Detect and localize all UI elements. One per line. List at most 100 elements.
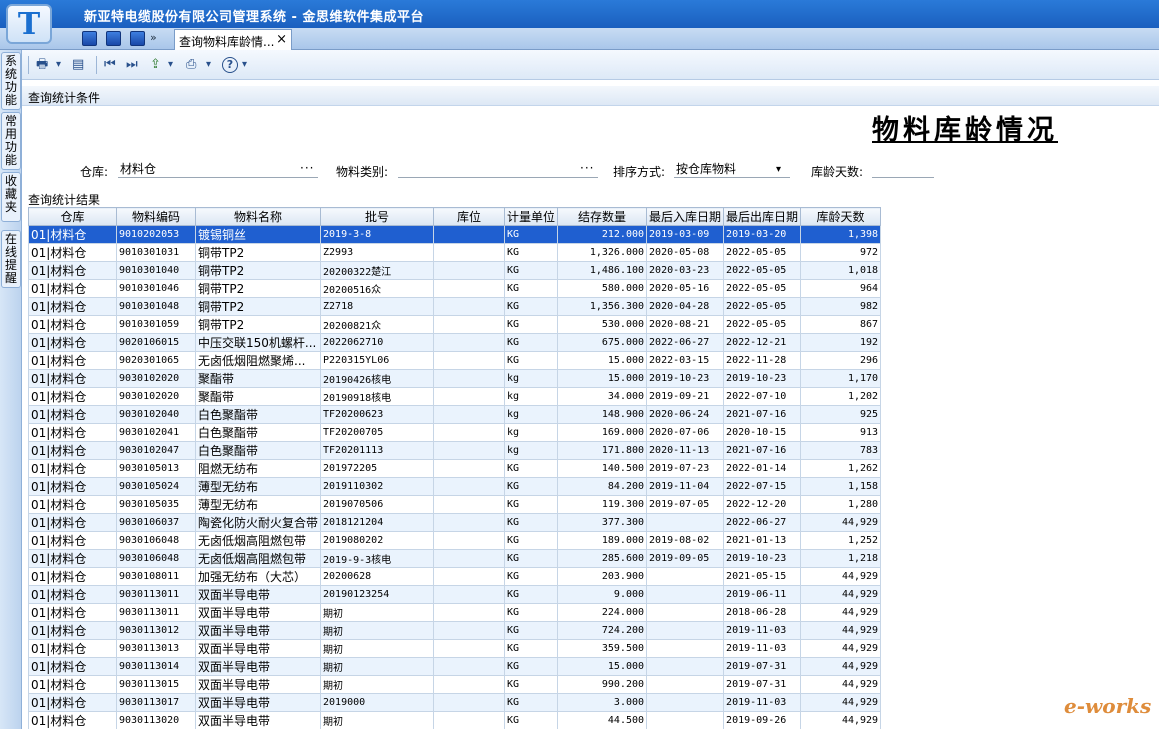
column-header[interactable]: 仓库 bbox=[28, 207, 117, 226]
table-row[interactable]: 01|材料仓 9030102020 聚酯带 20190426核电 kg 15.000 201… bbox=[28, 369, 882, 388]
table-row[interactable]: 01|材料仓 9010301059 铜带TP2 20200821众 KG 530.000 2… bbox=[28, 315, 882, 334]
table-row[interactable]: 01|材料仓 9030102047 白色聚酯带 TF20201113 kg 171.800… bbox=[28, 441, 882, 460]
table-row[interactable]: 01|材料仓 9030113013 双面半导电带 期初 KG 359.500 2019-11… bbox=[28, 639, 882, 658]
table-row[interactable]: 01|材料仓 9010301040 铜带TP2 20200322楚江 KG 1,486.1… bbox=[28, 261, 882, 280]
table-cell: 2020-03-23 bbox=[646, 261, 725, 280]
help-icon[interactable]: ? bbox=[222, 57, 238, 73]
table-row[interactable]: 01|材料仓 9020301065 无卤低烟阻燃聚烯... P220315YL06 KG… bbox=[28, 351, 882, 370]
app-logo[interactable]: T bbox=[6, 4, 52, 44]
table-row[interactable]: 01|材料仓 9010301048 铜带TP2 Z2718 KG 1,356.300 202… bbox=[28, 297, 882, 316]
category-picker-icon[interactable]: ··· bbox=[580, 161, 594, 175]
column-header[interactable]: 库位 bbox=[433, 207, 506, 226]
table-cell: 01|材料仓 bbox=[28, 333, 117, 352]
column-header[interactable]: 物料编码 bbox=[116, 207, 196, 226]
column-header[interactable]: 计量单位 bbox=[504, 207, 559, 226]
column-header[interactable]: 最后入库日期 bbox=[646, 207, 725, 226]
column-header[interactable]: 最后出库日期 bbox=[723, 207, 802, 226]
table-row[interactable]: 01|材料仓 9030113014 双面半导电带 期初 KG 15.000 2019-07-… bbox=[28, 657, 882, 676]
table-cell: 2021-01-13 bbox=[723, 531, 802, 550]
table-row[interactable]: 01|材料仓 9030113020 双面半导电带 期初 KG 44.500 2019-09-… bbox=[28, 711, 882, 729]
sort-select[interactable]: 按仓库物料 bbox=[674, 160, 790, 178]
category-field[interactable] bbox=[398, 160, 598, 178]
warehouse-picker-icon[interactable]: ··· bbox=[300, 161, 314, 175]
table-row[interactable]: 01|材料仓 9030106048 无卤低烟高阻燃包带 2019-9-3核电 KG 285… bbox=[28, 549, 882, 568]
table-cell bbox=[433, 333, 506, 352]
chevron-down-icon[interactable]: ▾ bbox=[776, 164, 781, 175]
table-cell: TF20200705 bbox=[320, 423, 435, 442]
first-record-icon[interactable]: ⏮ bbox=[104, 56, 116, 74]
table-row[interactable]: 01|材料仓 9030105024 薄型无纺布 2019110302 KG 84.200 2… bbox=[28, 477, 882, 496]
design-icon[interactable]: ▤ bbox=[72, 56, 84, 74]
printer-icon[interactable]: ⎙ bbox=[186, 56, 196, 74]
close-icon[interactable]: × bbox=[276, 32, 287, 47]
help-dropdown-icon[interactable]: ▾ bbox=[242, 56, 247, 74]
table-row[interactable]: 01|材料仓 9030113011 双面半导电带 期初 KG 224.000 2018-06… bbox=[28, 603, 882, 622]
table-cell: 2022-05-05 bbox=[723, 243, 802, 262]
quick-window-icon-3[interactable] bbox=[130, 31, 145, 46]
table-row[interactable]: 01|材料仓 9030113017 双面半导电带 2019000 KG 3.000 2019… bbox=[28, 693, 882, 712]
table-cell: KG bbox=[504, 693, 559, 712]
vtab-favorites[interactable]: 收藏夹 bbox=[1, 172, 21, 222]
vtab-system-functions[interactable]: 系统功能 bbox=[1, 52, 21, 110]
table-row[interactable]: 01|材料仓 9030113012 双面半导电带 期初 KG 724.200 2019-11… bbox=[28, 621, 882, 640]
table-row[interactable]: 01|材料仓 9010301046 铜带TP2 20200516众 KG 580.000 2… bbox=[28, 279, 882, 298]
vtab-online-reminders[interactable]: 在线提醒 bbox=[1, 230, 21, 288]
quick-window-icon-1[interactable] bbox=[82, 31, 97, 46]
table-row[interactable]: 01|材料仓 9010202053 镀锡铜丝 2019-3-8 KG 212.000 201… bbox=[28, 225, 882, 244]
table-cell: 9030113011 bbox=[116, 585, 196, 604]
table-row[interactable]: 01|材料仓 9030106037 陶瓷化防火耐火复合带 2018121204 KG 37… bbox=[28, 513, 882, 532]
table-cell bbox=[433, 675, 506, 694]
quick-more-icon[interactable]: » bbox=[150, 31, 157, 44]
table-cell: 1,170 bbox=[800, 369, 882, 388]
last-record-icon[interactable]: ⏭ bbox=[126, 56, 138, 74]
print-dropdown-icon[interactable]: ▾ bbox=[56, 56, 61, 74]
column-header[interactable]: 结存数量 bbox=[557, 207, 648, 226]
export-dropdown-icon[interactable]: ▾ bbox=[168, 56, 173, 74]
table-cell: 2020-07-06 bbox=[646, 423, 725, 442]
print-icon[interactable]: 🖶 bbox=[36, 56, 48, 74]
table-row[interactable]: 01|材料仓 9030105035 薄型无纺布 2019070506 KG 119.300… bbox=[28, 495, 882, 514]
table-row[interactable]: 01|材料仓 9030102040 白色聚酯带 TF20200623 kg 148.900… bbox=[28, 405, 882, 424]
table-cell: 2019-03-20 bbox=[723, 225, 802, 244]
table-row[interactable]: 01|材料仓 9030108011 加强无纺布（大芯） 20200628 KG 203.9… bbox=[28, 567, 882, 586]
table-cell: 01|材料仓 bbox=[28, 513, 117, 532]
table-cell: 9030106037 bbox=[116, 513, 196, 532]
table-cell: 01|材料仓 bbox=[28, 297, 117, 316]
table-cell: 双面半导电带 bbox=[194, 711, 322, 729]
table-row[interactable]: 01|材料仓 9030106048 无卤低烟高阻燃包带 2019080202 KG 189… bbox=[28, 531, 882, 550]
table-row[interactable]: 01|材料仓 9030113015 双面半导电带 期初 KG 990.200 2019-07… bbox=[28, 675, 882, 694]
table-cell: 44,929 bbox=[800, 639, 882, 658]
table-cell: 203.900 bbox=[557, 567, 648, 586]
table-cell: KG bbox=[504, 225, 559, 244]
export-icon[interactable]: ⇪ bbox=[150, 56, 161, 74]
table-cell: 2022-05-05 bbox=[723, 297, 802, 316]
table-cell: 01|材料仓 bbox=[28, 621, 117, 640]
table-cell: 9030106048 bbox=[116, 531, 196, 550]
table-cell: 377.300 bbox=[557, 513, 648, 532]
age-days-field[interactable] bbox=[872, 160, 934, 178]
warehouse-field[interactable]: 材料仓 bbox=[118, 160, 318, 178]
column-header[interactable]: 库龄天数 bbox=[800, 207, 882, 226]
table-cell: 9030102020 bbox=[116, 369, 196, 388]
table-row[interactable]: 01|材料仓 9030105013 阻燃无纺布 201972205 KG 140.500 2… bbox=[28, 459, 882, 478]
table-cell: 9030105024 bbox=[116, 477, 196, 496]
table-cell: 2019000 bbox=[320, 693, 435, 712]
table-cell: Z2718 bbox=[320, 297, 435, 316]
table-cell bbox=[433, 621, 506, 640]
table-cell: 01|材料仓 bbox=[28, 567, 117, 586]
vtab-common-functions[interactable]: 常用功能 bbox=[1, 112, 21, 170]
quick-window-icon-2[interactable] bbox=[106, 31, 121, 46]
tab-material-age-query[interactable]: 查询物料库龄情... × bbox=[174, 29, 292, 50]
table-row[interactable]: 01|材料仓 9020106015 中压交联150机螺杆... 2022062710 K… bbox=[28, 333, 882, 352]
table-row[interactable]: 01|材料仓 9010301031 铜带TP2 Z2993 KG 1,326.000 202… bbox=[28, 243, 882, 262]
table-cell: 44,929 bbox=[800, 675, 882, 694]
table-row[interactable]: 01|材料仓 9030102020 聚酯带 20190918核电 kg 34.000 201… bbox=[28, 387, 882, 406]
table-row[interactable]: 01|材料仓 9030113011 双面半导电带 20190123254 KG 9.000… bbox=[28, 585, 882, 604]
printer-dropdown-icon[interactable]: ▾ bbox=[206, 56, 211, 74]
table-cell: 2019-10-23 bbox=[723, 369, 802, 388]
table-row[interactable]: 01|材料仓 9030102041 白色聚酯带 TF20200705 kg 169.000… bbox=[28, 423, 882, 442]
column-header[interactable]: 物料名称 bbox=[194, 207, 322, 226]
table-cell: 9030113017 bbox=[116, 693, 196, 712]
column-header[interactable]: 批号 bbox=[320, 207, 435, 226]
table-cell: 1,486.100 bbox=[557, 261, 648, 280]
